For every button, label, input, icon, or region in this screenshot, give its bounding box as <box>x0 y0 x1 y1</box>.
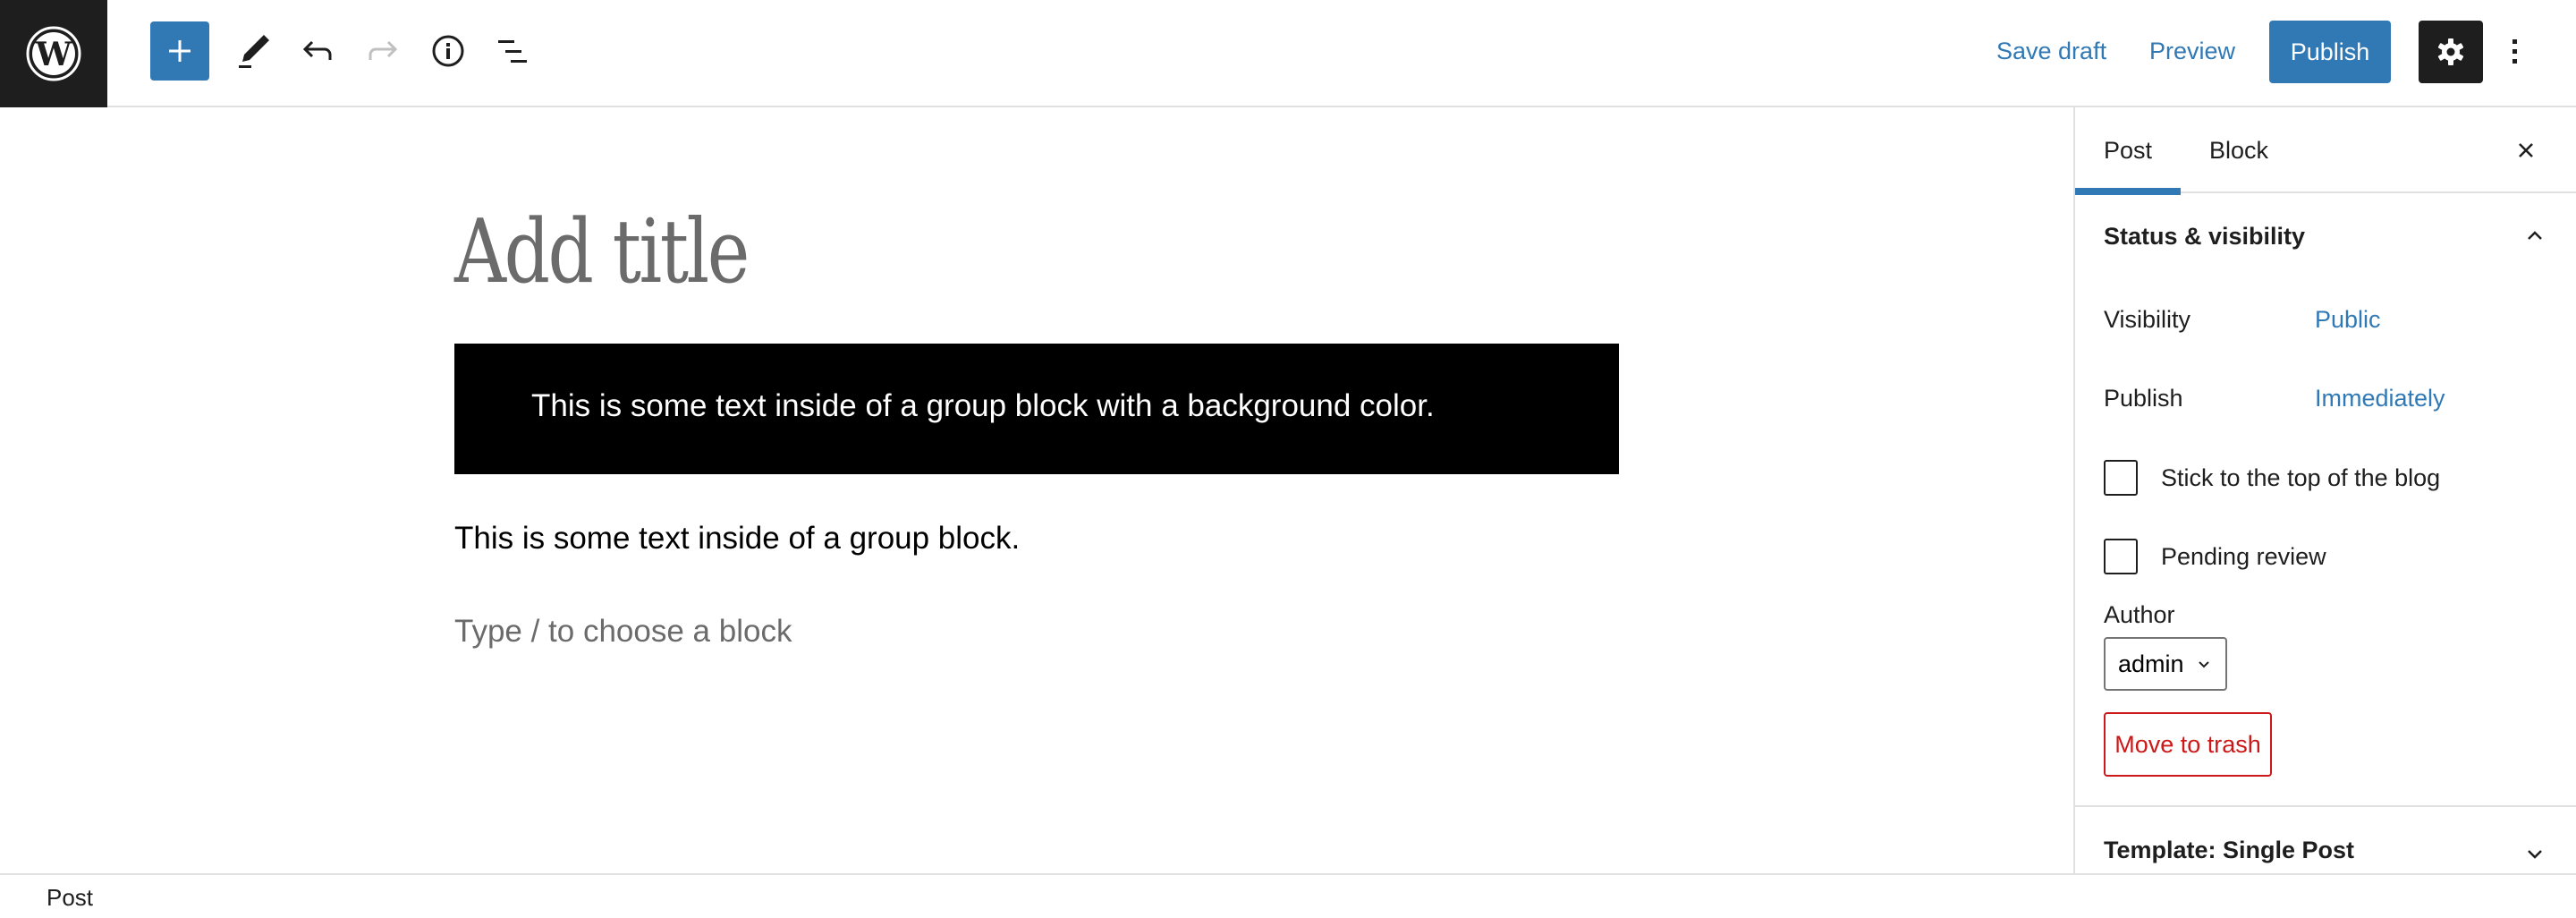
template-panel-title: Template: Single Post <box>2104 837 2355 863</box>
details-button[interactable] <box>419 21 478 81</box>
list-view-icon <box>498 40 527 63</box>
close-sidebar-button[interactable] <box>2501 107 2551 193</box>
post-title-input[interactable]: Add title <box>454 200 750 306</box>
author-select-value: admin <box>2118 650 2184 677</box>
block-inserter-button[interactable] <box>150 21 209 81</box>
move-to-trash-button[interactable]: Move to trash <box>2104 712 2272 777</box>
pending-review-checkbox-row[interactable]: Pending review <box>2104 539 2326 574</box>
gear-icon <box>2437 38 2464 65</box>
redo-icon <box>369 40 398 60</box>
visibility-label: Visibility <box>2104 306 2191 333</box>
list-view-button[interactable] <box>483 21 542 81</box>
sticky-post-checkbox[interactable] <box>2104 460 2138 496</box>
template-panel-toggle[interactable]: Template: Single Post <box>2075 807 2576 875</box>
svg-text:W: W <box>35 36 72 73</box>
tab-block[interactable]: Block <box>2206 107 2272 193</box>
sticky-post-label: Stick to the top of the blog <box>2161 463 2441 491</box>
options-menu-button[interactable] <box>2499 21 2531 83</box>
status-visibility-panel-toggle[interactable]: Status & visibility <box>2075 193 2576 279</box>
publish-date-toggle[interactable]: Immediately <box>2315 385 2445 412</box>
author-select[interactable]: admin <box>2104 637 2227 691</box>
close-icon <box>2519 143 2533 157</box>
redo-button[interactable] <box>353 21 412 81</box>
publish-date-label: Publish <box>2104 385 2183 412</box>
pending-review-label: Pending review <box>2161 542 2326 570</box>
group-block-paragraph[interactable]: This is some text inside of a group bloc… <box>531 388 1435 424</box>
editor-canvas: Add title This is some text inside of a … <box>0 107 2073 873</box>
visibility-toggle[interactable]: Public <box>2315 306 2381 334</box>
paragraph-block[interactable]: This is some text inside of a group bloc… <box>454 521 1020 557</box>
wordpress-logo-icon: W <box>26 26 81 81</box>
preview-button[interactable]: Preview <box>2149 21 2235 81</box>
settings-button[interactable] <box>2419 21 2483 83</box>
more-vertical-icon <box>2512 39 2517 64</box>
status-visibility-title: Status & visibility <box>2104 222 2306 250</box>
group-block-dark[interactable]: This is some text inside of a group bloc… <box>454 344 1619 474</box>
tab-post[interactable]: Post <box>2075 107 2181 195</box>
pending-review-checkbox[interactable] <box>2104 539 2138 574</box>
info-icon <box>432 35 464 67</box>
chevron-up-icon <box>2528 231 2542 240</box>
settings-sidebar: Post Block Status & visibility Visibilit… <box>2073 107 2576 873</box>
save-draft-button[interactable]: Save draft <box>1996 21 2106 81</box>
sticky-post-checkbox-row[interactable]: Stick to the top of the blog <box>2104 460 2440 496</box>
tools-button[interactable] <box>224 21 283 81</box>
author-label: Author <box>2104 601 2175 628</box>
block-appender[interactable]: Type / to choose a block <box>454 614 792 650</box>
wordpress-logo-button[interactable]: W <box>0 0 107 107</box>
breadcrumb-post[interactable]: Post <box>47 884 93 912</box>
pencil-icon <box>239 35 269 68</box>
undo-button[interactable] <box>288 21 347 81</box>
editor-header: W Save draft Preview Publish <box>0 0 2576 107</box>
undo-icon <box>302 40 332 60</box>
publish-button[interactable]: Publish <box>2269 21 2391 83</box>
block-breadcrumb-bar: Post <box>0 873 2576 918</box>
chevron-down-icon <box>2198 661 2209 668</box>
chevron-down-icon <box>2528 850 2542 859</box>
plus-icon <box>169 40 191 62</box>
